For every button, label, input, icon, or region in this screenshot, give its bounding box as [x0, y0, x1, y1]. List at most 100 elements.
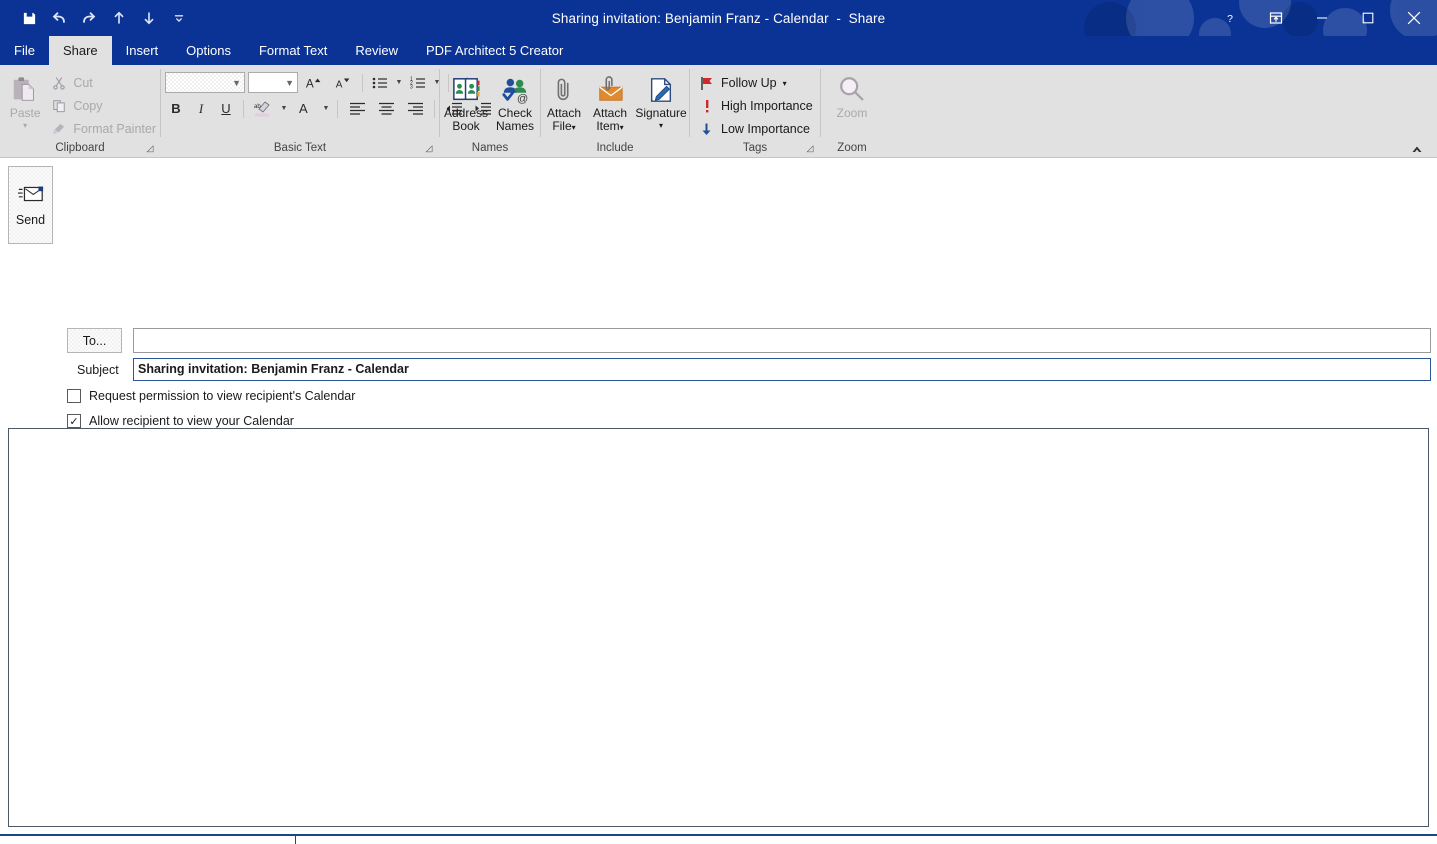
zoom-magnifier-icon — [837, 73, 867, 107]
attach-file-icon — [551, 73, 577, 107]
address-book-button[interactable]: Address Book — [441, 69, 491, 133]
attach-file-label-line1: Attach — [546, 106, 582, 120]
low-importance-button[interactable]: Low Importance — [694, 118, 817, 140]
basic-text-dialog-launcher[interactable]: ◿ — [423, 142, 435, 154]
font-size-combo[interactable]: ▼ — [248, 72, 298, 93]
zoom-label: Zoom — [836, 106, 868, 120]
tab-format-text[interactable]: Format Text — [245, 36, 341, 65]
tab-share[interactable]: Share — [48, 36, 112, 65]
message-header-area: Send To... Subject Sharing invitation: B… — [0, 158, 1437, 575]
italic-button[interactable]: I — [190, 98, 212, 120]
request-permission-label: Request permission to view recipient's C… — [89, 389, 356, 403]
high-importance-icon — [698, 99, 715, 114]
signature-button[interactable]: Signature ▾ — [633, 69, 689, 130]
maximize-button[interactable] — [1345, 0, 1391, 36]
tab-file[interactable]: File — [0, 36, 49, 65]
toolbar-separator — [434, 99, 435, 118]
ribbon-tabs[interactable]: File Share Insert Options Format Text Re… — [0, 36, 1437, 65]
clipboard-dialog-launcher[interactable]: ◿ — [144, 142, 156, 154]
to-input[interactable] — [133, 328, 1431, 353]
ribbon-group-basic-text: ▼ ▼ A A ▼ 1 2 3 ▼ B I U ab ▼ A ▼ Basic T… — [161, 65, 491, 158]
center-button[interactable] — [373, 98, 399, 120]
low-importance-icon — [698, 122, 715, 137]
cut-button[interactable]: Cut — [46, 72, 160, 94]
signature-caret-icon[interactable]: ▾ — [659, 121, 663, 130]
underline-button[interactable]: U — [215, 98, 237, 120]
attach-file-label-line2: File — [552, 119, 572, 133]
send-icon — [17, 184, 45, 207]
window-controls[interactable]: ? — [1207, 0, 1437, 36]
bullets-button[interactable] — [369, 72, 391, 94]
attach-item-icon — [595, 73, 625, 107]
subject-label: Subject — [77, 363, 119, 377]
low-importance-label: Low Importance — [721, 122, 810, 136]
paste-button[interactable]: Paste ▾ — [6, 69, 44, 130]
attach-file-caret-icon[interactable]: ▾ — [572, 123, 576, 132]
title-bar: Sharing invitation: Benjamin Franz - Cal… — [0, 0, 1437, 36]
attach-item-label-line1: Attach — [592, 106, 628, 120]
paste-caret-icon[interactable]: ▾ — [23, 121, 27, 130]
align-left-button[interactable] — [344, 98, 370, 120]
address-book-icon — [451, 73, 481, 107]
svg-text:?: ? — [1227, 13, 1233, 25]
ribbon-group-tags: Follow Up ▾ High Importance Low Importan… — [690, 65, 820, 158]
tab-insert[interactable]: Insert — [112, 36, 173, 65]
tags-dialog-launcher[interactable]: ◿ — [804, 142, 816, 154]
chevron-down-icon[interactable]: ▼ — [232, 78, 241, 88]
bold-button[interactable]: B — [165, 98, 187, 120]
request-permission-checkbox[interactable] — [67, 389, 81, 403]
follow-up-flag-icon — [698, 76, 715, 91]
attach-item-label-line2: Item — [596, 119, 620, 133]
zoom-button[interactable]: Zoom — [824, 69, 880, 120]
ribbon: Paste ▾ Cut Copy Format Painter Clipboar… — [0, 65, 1437, 158]
check-names-icon: @ — [500, 73, 530, 107]
font-color-button[interactable]: A — [292, 98, 318, 120]
attach-item-caret-icon[interactable]: ▾ — [620, 123, 624, 132]
ribbon-display-options-icon[interactable] — [1253, 0, 1299, 36]
send-label: Send — [15, 212, 46, 227]
high-importance-label: High Importance — [721, 99, 813, 113]
subject-input[interactable]: Sharing invitation: Benjamin Franz - Cal… — [133, 358, 1431, 381]
check-names-button[interactable]: @ Check Names — [491, 69, 539, 133]
collapse-ribbon-button[interactable] — [1407, 140, 1427, 158]
follow-up-caret-icon[interactable]: ▾ — [783, 79, 787, 88]
font-name-combo[interactable]: ▼ — [165, 72, 245, 93]
font-color-caret-icon[interactable]: ▼ — [321, 105, 331, 112]
allow-recipient-checkbox[interactable]: ✓ — [67, 414, 81, 428]
check-names-label-line2: Names — [495, 119, 534, 133]
high-importance-button[interactable]: High Importance — [694, 95, 817, 117]
tab-options[interactable]: Options — [172, 36, 245, 65]
help-button[interactable]: ? — [1207, 0, 1253, 36]
request-permission-checkbox-row[interactable]: Request permission to view recipient's C… — [67, 389, 355, 403]
ribbon-group-clipboard: Paste ▾ Cut Copy Format Painter Clipboar… — [0, 65, 160, 158]
to-button[interactable]: To... — [67, 328, 122, 353]
send-button[interactable]: Send — [8, 166, 53, 244]
allow-recipient-checkbox-row[interactable]: ✓ Allow recipient to view your Calendar — [67, 414, 294, 428]
attach-file-button[interactable]: Attach File▾ — [541, 69, 587, 134]
minimize-button[interactable] — [1299, 0, 1345, 36]
chevron-down-icon[interactable]: ▼ — [285, 78, 294, 88]
text-highlight-color-button[interactable]: ab — [250, 98, 276, 120]
svg-text:A: A — [306, 76, 314, 90]
format-painter-button[interactable]: Format Painter — [46, 118, 160, 140]
grow-font-button[interactable]: A — [301, 72, 327, 94]
message-body-editor[interactable] — [8, 428, 1429, 827]
ribbon-tab-strip[interactable]: File Share Insert Options Format Text Re… — [0, 36, 1437, 65]
signature-icon — [647, 73, 675, 107]
names-group-label: Names — [471, 142, 509, 154]
shrink-font-button[interactable]: A — [330, 72, 356, 94]
bullets-caret-icon[interactable]: ▼ — [394, 79, 404, 86]
highlight-caret-icon[interactable]: ▼ — [279, 105, 289, 112]
numbering-button[interactable]: 1 2 3 — [407, 72, 429, 94]
copy-button[interactable]: Copy — [46, 95, 160, 117]
tab-review[interactable]: Review — [341, 36, 412, 65]
tab-pdf-architect-5-creator[interactable]: PDF Architect 5 Creator — [412, 36, 577, 65]
address-book-label-line1: Address — [443, 106, 489, 120]
paste-icon — [10, 73, 40, 107]
attach-item-button[interactable]: Attach Item▾ — [587, 69, 633, 134]
close-button[interactable] — [1391, 0, 1437, 36]
align-right-button[interactable] — [402, 98, 428, 120]
follow-up-button[interactable]: Follow Up ▾ — [694, 72, 817, 94]
cut-label: Cut — [73, 76, 93, 90]
status-bar-separator — [295, 836, 296, 844]
